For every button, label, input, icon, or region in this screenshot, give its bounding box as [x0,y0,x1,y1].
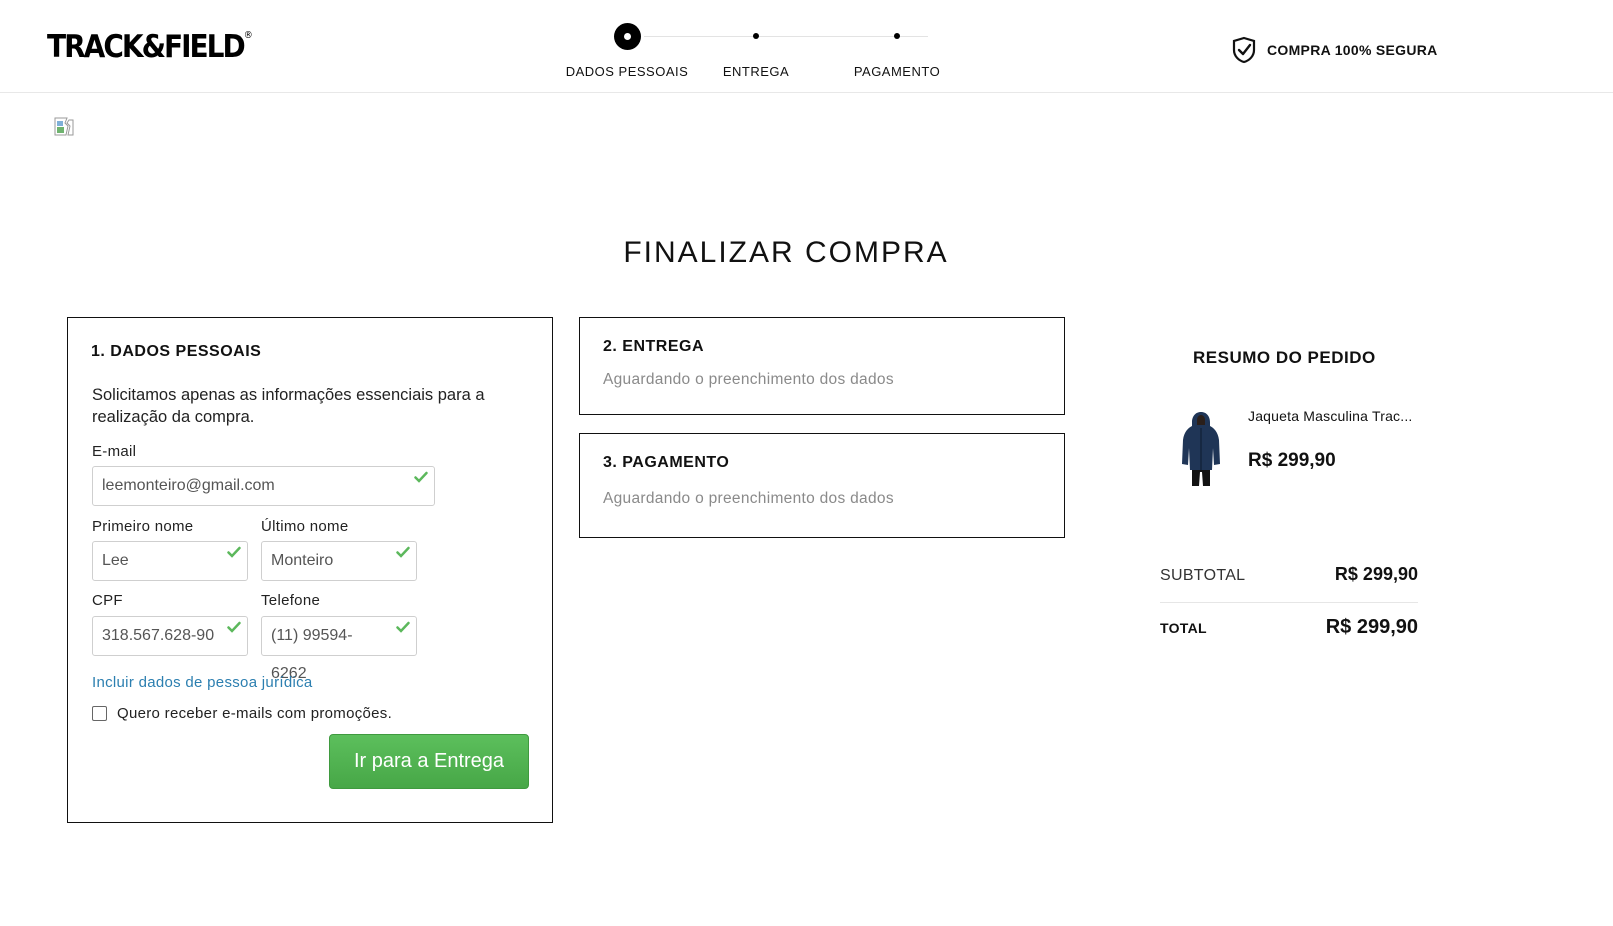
product-price: R$ 299,90 [1248,450,1336,471]
promo-opt-in[interactable]: Quero receber e-mails com promoções. [92,705,392,722]
personal-data-intro: Solicitamos apenas as informações essenc… [92,386,485,426]
step-label: PAGAMENTO [853,64,941,79]
step-label: DADOS PESSOAIS [565,64,689,79]
step-dot-icon [753,33,759,39]
order-summary-heading: RESUMO DO PEDIDO [1193,348,1376,367]
valid-check-icon [396,546,410,558]
brand-logo[interactable]: TRACK&FIELD® [47,28,253,65]
payment-panel: 3. PAGAMENTO Aguardando o preenchimento … [579,433,1065,538]
phone-field[interactable]: (11) 99594-6262 [261,616,417,682]
delivery-panel: 2. ENTREGA Aguardando o preenchimento do… [579,317,1065,415]
personal-data-panel: 1. DADOS PESSOAIS Solicitamos apenas as … [67,317,553,823]
summary-divider [1160,602,1418,603]
delivery-status: Aguardando o preenchimento dos dados [603,371,894,388]
personal-data-heading: 1. DADOS PESSOAIS [91,343,262,360]
secure-purchase-label: COMPRA 100% SEGURA [1267,42,1438,58]
subtotal-value: R$ 299,90 [1334,564,1418,584]
step-personal-data: DADOS PESSOAIS [557,22,697,79]
valid-check-icon [414,471,428,483]
payment-status: Aguardando o preenchimento dos dados [603,490,894,507]
valid-check-icon [396,621,410,633]
first-name-field[interactable]: Lee [92,541,248,581]
last-name-label: Último nome [261,518,349,535]
email-field[interactable]: leemonteiro@gmail.com [92,466,435,506]
last-name-field[interactable]: Monteiro [261,541,417,581]
cpf-label: CPF [92,592,123,609]
last-name-value: Monteiro [271,552,334,569]
step-delivery: ENTREGA [686,22,826,79]
subtotal-row: SUBTOTAL R$ 299,90 [1160,564,1418,585]
first-name-label: Primeiro nome [92,518,194,535]
cpf-value: 318.567.628-90 [102,627,215,644]
cpf-field[interactable]: 318.567.628-90 [92,616,248,656]
step-label: ENTREGA [722,64,790,79]
product-thumbnail[interactable] [1180,408,1222,488]
promo-checkbox-label: Quero receber e-mails com promoções. [117,705,393,722]
shield-check-icon [1232,36,1256,64]
promo-checkbox[interactable] [92,706,107,721]
total-value: R$ 299,90 [1325,616,1418,638]
delivery-heading: 2. ENTREGA [603,338,705,355]
product-name[interactable]: Jaqueta Masculina Trac... [1248,408,1413,424]
email-label: E-mail [92,443,137,460]
page-title: FINALIZAR COMPRA [623,236,949,269]
email-value: leemonteiro@gmail.com [102,477,275,494]
total-label: TOTAL [1160,620,1207,636]
payment-heading: 3. PAGAMENTO [603,454,730,471]
legal-entity-link[interactable]: Incluir dados de pessoa jurídica [92,674,313,691]
subtotal-label: SUBTOTAL [1160,567,1246,584]
go-to-delivery-button[interactable]: Ir para a Entrega [329,734,529,789]
secure-purchase-badge: COMPRA 100% SEGURA [1231,36,1438,64]
step-payment: PAGAMENTO [827,22,967,79]
step-dot-icon [894,33,900,39]
registered-mark: ® [243,30,253,42]
logo-text: TRACK&FIELD [47,28,246,65]
phone-label: Telefone [261,592,321,609]
valid-check-icon [227,546,241,558]
checkout-header: TRACK&FIELD® DADOS PESSOAIS ENTREGA PAGA… [0,0,1613,93]
first-name-value: Lee [102,552,129,569]
total-row: TOTAL R$ 299,90 [1160,616,1418,639]
broken-image-icon [54,117,74,136]
checkout-progress: DADOS PESSOAIS ENTREGA PAGAMENTO [566,22,990,82]
valid-check-icon [227,621,241,633]
step-active-dot-icon [613,22,641,50]
